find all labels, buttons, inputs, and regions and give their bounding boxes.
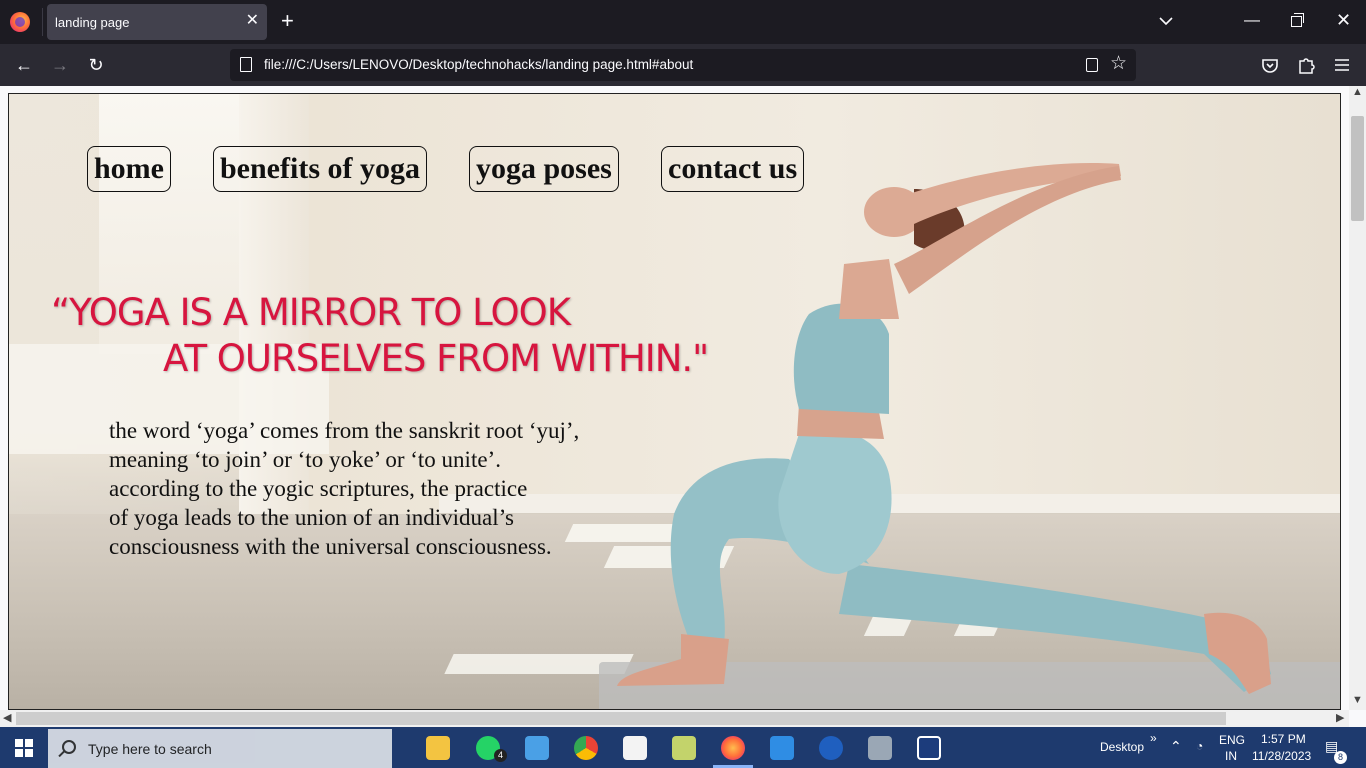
page-viewport: home benefits of yoga yoga poses contact… <box>0 86 1366 727</box>
page-icon <box>240 57 252 72</box>
spreadsheet-app-icon[interactable] <box>672 736 696 760</box>
tab-title: landing page <box>55 15 130 30</box>
windows-start-icon[interactable] <box>15 739 33 757</box>
t-app-icon[interactable] <box>819 736 843 760</box>
nav-link-yoga-poses[interactable]: yoga poses <box>469 146 619 192</box>
new-tab-button[interactable]: + <box>281 10 294 32</box>
firefox-icon <box>10 12 30 32</box>
language-label[interactable]: ENG <box>1219 733 1245 747</box>
scroll-left-arrow-icon[interactable]: ◀ <box>3 711 11 724</box>
notification-count: 8 <box>1334 751 1347 764</box>
file-explorer-icon[interactable] <box>426 736 450 760</box>
hero-section: home benefits of yoga yoga poses contact… <box>8 93 1341 710</box>
extensions-icon[interactable] <box>1294 52 1318 78</box>
close-window-button[interactable]: ✕ <box>1336 10 1351 31</box>
desktop-toolbar-label[interactable]: Desktop <box>1100 740 1144 754</box>
search-icon <box>62 740 76 754</box>
pocket-icon[interactable] <box>1258 52 1282 78</box>
bookmark-star-icon[interactable]: ☆ <box>1110 52 1127 75</box>
nav-link-contact-us[interactable]: contact us <box>661 146 805 192</box>
taskbar-search-box[interactable]: Type here to search <box>48 729 392 768</box>
quote-line-1: “YOGA IS A MIRROR TO LOOK <box>51 291 571 334</box>
horizontal-scrollbar[interactable]: ◀ ▶ <box>0 710 1349 727</box>
nav-link-home[interactable]: home <box>87 146 171 192</box>
region-label: IN <box>1225 749 1237 763</box>
firefox-taskbar-icon[interactable] <box>721 736 745 760</box>
clock-date[interactable]: 11/28/2023 <box>1252 749 1311 763</box>
vertical-scrollbar[interactable]: ▲ ▼ <box>1349 86 1366 710</box>
microsoft-store-icon[interactable] <box>623 736 647 760</box>
toolbar-chevron-icon[interactable]: » <box>1150 731 1157 745</box>
chrome-icon[interactable] <box>574 736 598 760</box>
description-line: according to the yogic scriptures, the p… <box>109 476 528 501</box>
horizontal-scroll-thumb[interactable] <box>16 712 1226 725</box>
clock-time[interactable]: 1:57 PM <box>1261 732 1306 746</box>
close-tab-icon[interactable]: ✕ <box>246 12 259 30</box>
address-bar[interactable]: file:///C:/Users/LENOVO/Desktop/technoha… <box>230 49 1136 81</box>
tab-strip: landing page ✕ + — ✕ <box>0 0 1366 44</box>
navigation-toolbar: ← → ↻ file:///C:/Users/LENOVO/Desktop/te… <box>0 44 1366 86</box>
reload-button[interactable]: ↻ <box>83 52 109 78</box>
show-hidden-icons-icon[interactable]: ⌃ <box>1170 738 1182 755</box>
scroll-down-arrow-icon[interactable]: ▼ <box>1352 694 1363 706</box>
yoga-description: the word ‘yoga’ comes from the sanskrit … <box>109 416 669 561</box>
hero-quote: “YOGA IS A MIRROR TO LOOK AT OURSELVES F… <box>51 290 771 382</box>
disney-plus-icon[interactable] <box>917 736 941 760</box>
url-text[interactable]: file:///C:/Users/LENOVO/Desktop/technoha… <box>264 57 693 72</box>
taskbar: Type here to search 4 Desktop » ⌃ ◔ ENG … <box>0 727 1366 768</box>
nav-link-benefits-of-yoga[interactable]: benefits of yoga <box>213 146 427 192</box>
search-placeholder: Type here to search <box>88 741 212 757</box>
whatsapp-badge: 4 <box>494 749 507 762</box>
description-line: of yoga leads to the union of an individ… <box>109 505 514 530</box>
description-line: consciousness with the universal conscio… <box>109 534 552 559</box>
vscode-icon[interactable] <box>770 736 794 760</box>
tab-separator <box>42 8 43 36</box>
reader-view-icon[interactable] <box>1086 58 1098 72</box>
camera-icon[interactable] <box>868 736 892 760</box>
scroll-right-arrow-icon[interactable]: ▶ <box>1336 711 1344 724</box>
restore-button[interactable] <box>1291 13 1304 27</box>
vertical-scroll-thumb[interactable] <box>1351 116 1364 221</box>
quote-line-2: AT OURSELVES FROM WITHIN." <box>163 337 709 380</box>
chevron-down-icon[interactable] <box>1159 14 1173 28</box>
scroll-up-arrow-icon[interactable]: ▲ <box>1352 86 1363 98</box>
network-icon[interactable]: ◔ <box>1196 739 1203 753</box>
forward-button[interactable]: → <box>47 52 73 78</box>
menu-icon[interactable] <box>1330 52 1354 78</box>
minimize-button[interactable]: — <box>1244 12 1260 30</box>
back-button[interactable]: ← <box>11 52 37 78</box>
this-pc-icon[interactable] <box>525 736 549 760</box>
description-line: the word ‘yoga’ comes from the sanskrit … <box>109 418 580 443</box>
tab-landing-page[interactable]: landing page ✕ <box>47 4 267 40</box>
description-line: meaning ‘to join’ or ‘to yoke’ or ‘to un… <box>109 447 501 472</box>
